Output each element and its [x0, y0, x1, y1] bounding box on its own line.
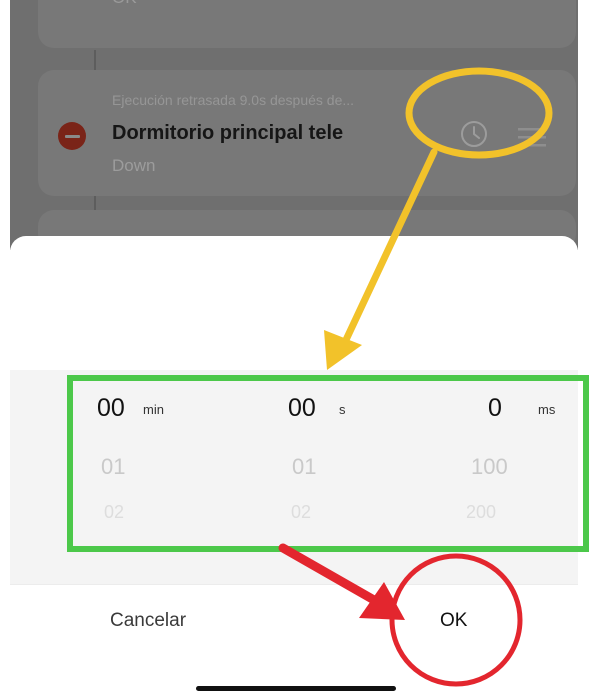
- highlight-ellipse: [405, 67, 553, 159]
- annotation-overlay: [67, 67, 589, 687]
- red-arrow: [278, 543, 379, 605]
- ok-highlight-circle: [389, 553, 523, 687]
- picker-highlight-box: [67, 375, 589, 552]
- yellow-arrowhead: [324, 330, 362, 370]
- yellow-arrow: [341, 148, 438, 346]
